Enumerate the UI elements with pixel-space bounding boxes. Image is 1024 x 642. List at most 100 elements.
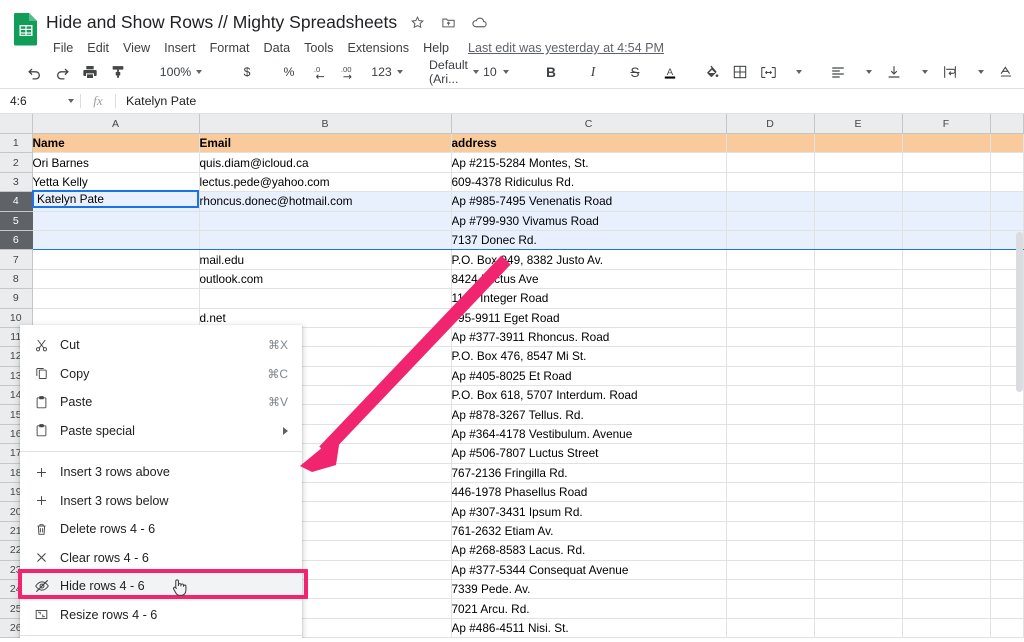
cell-empty[interactable]: [814, 501, 903, 522]
cell-empty[interactable]: [726, 346, 815, 367]
last-edit-status[interactable]: Last edit was yesterday at 4:54 PM: [468, 41, 664, 55]
merge-cells-dropdown[interactable]: [783, 59, 809, 85]
cell-c20[interactable]: Ap #307-3431 Ipsum Rd.: [451, 501, 727, 522]
cell-empty[interactable]: [902, 501, 991, 522]
cell-empty[interactable]: [902, 133, 991, 154]
cell-empty[interactable]: [902, 443, 991, 464]
vertical-align-dropdown[interactable]: [909, 59, 935, 85]
star-icon[interactable]: [406, 11, 428, 33]
cell-empty[interactable]: [990, 152, 1024, 173]
cell-empty[interactable]: [726, 308, 815, 328]
merge-cells-icon[interactable]: [755, 59, 781, 85]
menu-item-insert-3-rows-above[interactable]: Insert 3 rows above: [20, 458, 302, 487]
cell-empty[interactable]: [814, 230, 903, 251]
cell-empty[interactable]: [902, 463, 991, 484]
table-row[interactable]: 2 Ori Barnes quis.diam@icloud.ca Ap #215-52…: [0, 152, 1024, 173]
cell-empty[interactable]: [814, 152, 903, 173]
menu-view[interactable]: View: [116, 40, 157, 56]
menu-item-paste-special[interactable]: Paste special: [20, 417, 302, 446]
cell-c9[interactable]: 1196 Integer Road: [451, 288, 727, 309]
cell-empty[interactable]: [902, 346, 991, 367]
cell-empty[interactable]: [726, 618, 815, 638]
cell-empty[interactable]: [814, 211, 903, 231]
menu-item-resize-rows-4-6[interactable]: Resize rows 4 - 6: [20, 601, 302, 630]
horizontal-align-dropdown[interactable]: [853, 59, 879, 85]
cell-empty[interactable]: [814, 308, 903, 328]
redo-icon[interactable]: [49, 59, 75, 85]
bold-button[interactable]: B: [531, 59, 571, 85]
cell-empty[interactable]: [990, 172, 1024, 193]
cell-empty[interactable]: [814, 269, 903, 290]
cell-c2[interactable]: Ap #215-5284 Montes, St.: [451, 152, 727, 173]
cell-empty[interactable]: [902, 230, 991, 251]
cell-b1[interactable]: Email: [199, 133, 452, 154]
cell-a5[interactable]: [32, 211, 200, 231]
percent-button[interactable]: %: [269, 59, 309, 85]
cell-empty[interactable]: [726, 482, 815, 503]
cell-empty[interactable]: [902, 482, 991, 503]
cell-empty[interactable]: [814, 385, 903, 406]
row-header[interactable]: 2: [0, 152, 33, 173]
cell-b3[interactable]: lectus.pede@yahoo.com: [199, 172, 452, 193]
zoom-control[interactable]: 100%: [147, 59, 211, 85]
cell-empty[interactable]: [726, 269, 815, 290]
cell-empty[interactable]: [814, 560, 903, 580]
menu-file[interactable]: File: [46, 40, 80, 56]
cell-empty[interactable]: [726, 579, 815, 600]
table-row[interactable]: 9 1196 Integer Road: [0, 288, 1024, 309]
cell-empty[interactable]: [814, 579, 903, 600]
cell-empty[interactable]: [814, 443, 903, 464]
italic-button[interactable]: I: [573, 59, 613, 85]
cell-empty[interactable]: [726, 598, 815, 619]
cell-c10[interactable]: 795-9911 Eget Road: [451, 308, 727, 328]
cell-empty[interactable]: [902, 404, 991, 425]
cell-empty[interactable]: [990, 133, 1024, 154]
document-title[interactable]: Hide and Show Rows // Mighty Spreadsheet…: [46, 12, 397, 33]
row-header[interactable]: 9: [0, 288, 33, 309]
fill-color-icon[interactable]: [699, 59, 725, 85]
cell-empty[interactable]: [726, 443, 815, 464]
cell-c3[interactable]: 609-4378 Ridiculus Rd.: [451, 172, 727, 193]
cell-empty[interactable]: [902, 172, 991, 193]
menu-item-delete-rows-4-6[interactable]: Delete rows 4 - 6: [20, 515, 302, 544]
cell-c6[interactable]: 7137 Donec Rd.: [451, 230, 727, 251]
menu-insert[interactable]: Insert: [157, 40, 203, 56]
menu-item-cut[interactable]: Cut ⌘X: [20, 331, 302, 360]
cell-a2[interactable]: Ori Barnes: [32, 152, 200, 173]
sheets-icon[interactable]: [12, 12, 40, 46]
cell-c17[interactable]: Ap #506-7807 Luctus Street: [451, 443, 727, 464]
cell-empty[interactable]: [726, 191, 815, 212]
menu-help[interactable]: Help: [416, 40, 456, 56]
cell-empty[interactable]: [902, 424, 991, 445]
cell-empty[interactable]: [726, 327, 815, 348]
number-format-button[interactable]: 123: [367, 59, 407, 85]
cell-empty[interactable]: [902, 618, 991, 638]
cell-c4[interactable]: Ap #985-7495 Venenatis Road: [451, 191, 727, 212]
cell-a1[interactable]: Name: [32, 133, 200, 154]
paint-format-icon[interactable]: [105, 59, 131, 85]
font-size-selector[interactable]: 10: [477, 59, 515, 85]
cell-empty[interactable]: [902, 249, 991, 270]
cell-c5[interactable]: Ap #799-930 Vivamus Road: [451, 211, 727, 231]
cell-empty[interactable]: [726, 366, 815, 387]
cell-a6[interactable]: [32, 230, 200, 251]
cell-c25[interactable]: 7021 Arcu. Rd.: [451, 598, 727, 619]
cell-empty[interactable]: [814, 404, 903, 425]
select-all-corner[interactable]: [0, 114, 33, 134]
font-family-selector[interactable]: Default (Ari...: [423, 58, 479, 86]
cell-a9[interactable]: [32, 288, 200, 309]
cell-empty[interactable]: [726, 249, 815, 270]
cell-empty[interactable]: [902, 327, 991, 348]
cell-c23[interactable]: Ap #377-5344 Consequat Avenue: [451, 560, 727, 580]
cell-empty[interactable]: [814, 288, 903, 309]
menu-item-paste[interactable]: Paste ⌘V: [20, 388, 302, 417]
table-row[interactable]: 5 Ap #799-930 Vivamus Road: [0, 211, 1024, 231]
row-header[interactable]: 5: [0, 211, 33, 231]
cell-empty[interactable]: [726, 521, 815, 542]
cell-empty[interactable]: [726, 133, 815, 154]
text-wrapping-dropdown[interactable]: [965, 59, 991, 85]
cell-b5[interactable]: [199, 211, 452, 231]
cell-a7[interactable]: [32, 249, 200, 270]
menu-item-clear-rows-4-6[interactable]: Clear rows 4 - 6: [20, 544, 302, 573]
cell-empty[interactable]: [726, 540, 815, 561]
